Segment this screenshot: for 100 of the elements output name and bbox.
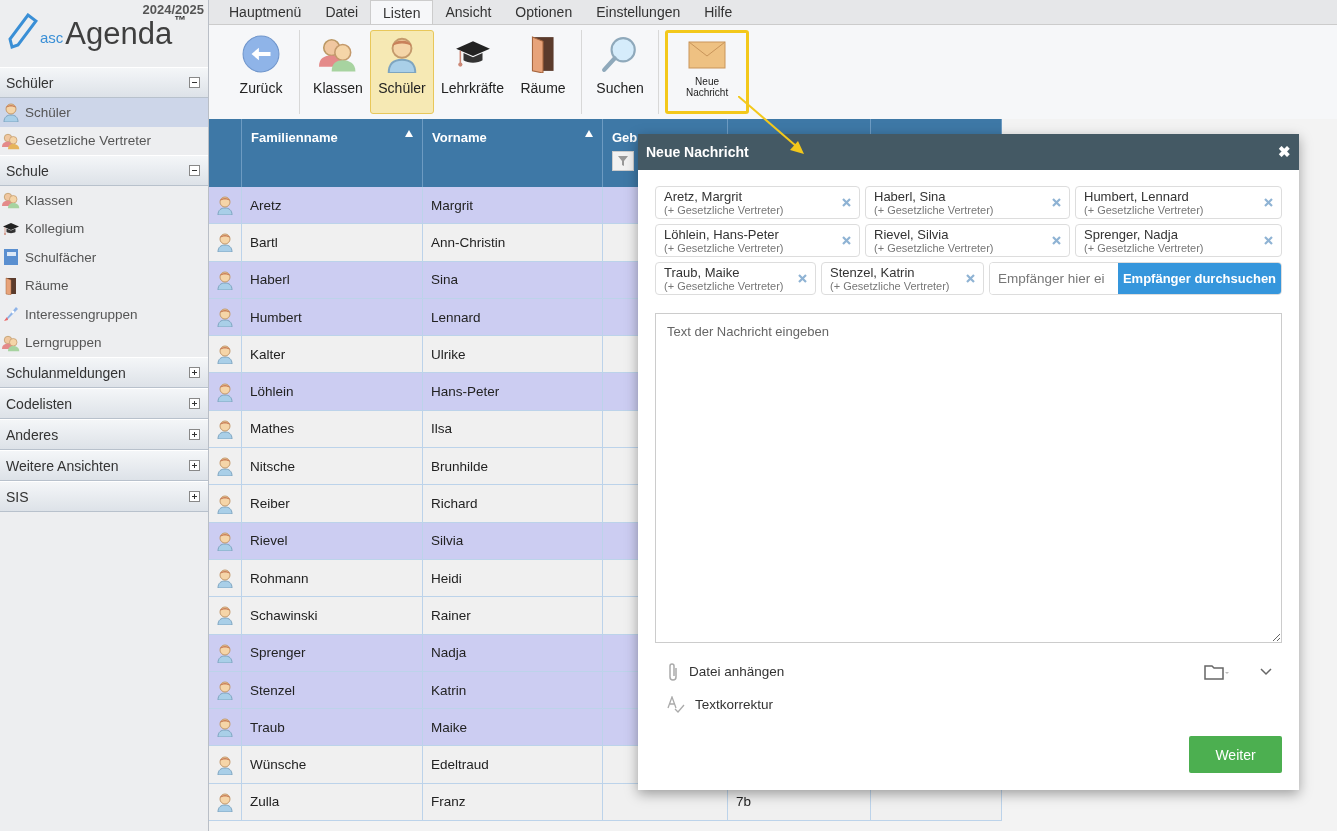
recipient-name: Sprenger, Nadja [1084,226,1179,242]
menu-tab[interactable]: Datei [313,0,371,24]
expand-icon[interactable] [189,460,200,471]
recipient-name: Humbert, Lennard [1084,188,1190,204]
student-icon [216,418,234,439]
close-button[interactable]: ✖ [1278,143,1291,161]
table-cell: Heidi [431,570,462,586]
sidebar-item[interactable]: Schulfächer [0,243,208,272]
envelope-icon [688,41,727,69]
logo-prefix: asc [40,29,64,46]
sidebar-section-header[interactable]: SIS [0,481,208,512]
sidebar-item[interactable]: Räume [0,271,208,300]
filter-button[interactable] [612,151,634,171]
table-cell: Ann-Christin [431,234,506,250]
student-icon [216,381,234,402]
toolbar-button[interactable]: Lehrkräfte [434,30,512,114]
table-cell: Haberl [250,272,290,288]
toolbar-button[interactable]: Klassen [306,30,370,114]
student-icon [216,568,234,589]
table-cell: Hans-Peter [431,384,500,400]
toolbar-button[interactable]: Räume [511,30,576,114]
sidebar-item[interactable]: Lerngruppen [0,328,208,357]
table-cell: Mathes [250,421,295,437]
table-cell: Rainer [431,607,471,623]
column-header[interactable]: Vorname [432,130,487,145]
expand-icon[interactable] [189,367,200,378]
recipient-note: (+ Gesetzliche Vertreter) [664,279,784,293]
recipient-note: (+ Gesetzliche Vertreter) [1084,241,1204,255]
table-cell: Maike [431,719,467,735]
book-icon [2,248,20,267]
student-icon [216,642,234,663]
toolbar-button[interactable]: Suchen [588,30,653,114]
expand-icon[interactable] [189,491,200,502]
toolbar-button[interactable]: Neue Nachricht [665,30,750,114]
menu-tab[interactable]: Optionen [503,0,585,24]
sidebar-section-header[interactable]: Schulanmeldungen [0,357,208,388]
menu-tab[interactable]: Ansicht [433,0,504,24]
sidebar-item[interactable]: Klassen [0,186,208,215]
menu-tab[interactable]: Listen [370,0,434,24]
recipient-name: Stenzel, Katrin [830,264,916,280]
sidebar-section-header[interactable]: Weitere Ansichten [0,450,208,481]
expand-icon[interactable] [189,429,200,440]
chevron-down-icon[interactable] [1260,667,1272,676]
people-icon [2,191,20,210]
sidebar-item[interactable]: Interessengruppen [0,300,208,329]
table-cell: Zulla [250,794,280,810]
table-cell: Franz [431,794,466,810]
expand-icon[interactable] [189,398,200,409]
table-cell: Bartl [250,234,278,250]
table-cell: Richard [431,496,478,511]
sidebar-item[interactable]: Kollegium [0,214,208,243]
table-cell: Edeltraud [431,757,489,773]
student-icon [216,680,234,700]
recipient-note: (+ Gesetzliche Vertreter) [1084,203,1204,217]
toolbar-button[interactable]: Schüler [370,30,434,114]
spellcheck-icon [667,695,685,714]
table-cell: Ilsa [431,421,452,437]
filter-icon [618,156,628,166]
collapse-icon[interactable] [189,77,200,88]
recipient-name: Traub, Maike [664,264,741,280]
sort-arrow-icon[interactable] [585,130,593,137]
sidebar-section-header[interactable]: Schüler [0,67,208,98]
toolbar-button[interactable]: Zurück [229,30,293,114]
recipient-name: Löhlein, Hans-Peter [664,226,780,242]
table-cell: Sprenger [250,645,306,661]
table-cell: Reiber [250,496,290,511]
table-cell: Humbert [250,309,302,325]
table-cell: Brunhilde [431,458,489,474]
sidebar-item[interactable]: Schüler [0,98,208,127]
close-icon [966,274,975,283]
collapse-icon[interactable] [189,165,200,176]
student-icon [216,195,234,216]
menu-tab[interactable]: Hauptmenü [217,0,314,24]
table-cell: Wünsche [250,757,307,773]
student-icon [216,530,234,551]
sidebar-section-header[interactable]: Codelisten [0,388,208,419]
sidebar-section-header[interactable]: Schule [0,155,208,186]
column-header[interactable]: Familienname [251,130,338,145]
student-icon [216,344,234,365]
menu-tab[interactable]: Einstellungen [584,0,693,24]
table-cell: Rohmann [250,570,309,586]
table-cell: Aretz [250,197,282,213]
menu-tab[interactable]: Hilfe [692,0,745,24]
table-cell: Nadja [431,645,467,661]
table-cell: Nitsche [250,458,295,474]
sort-arrow-icon[interactable] [405,130,413,137]
close-icon [842,198,851,207]
folder-icon[interactable] [1204,663,1230,680]
sidebar-item[interactable]: Gesetzliche Vertreter [0,126,208,155]
column-header[interactable]: Geb [612,130,638,145]
logo-name: Agenda [65,18,173,49]
sidebar-section-header[interactable]: Anderes [0,419,208,450]
recipient-note: (+ Gesetzliche Vertreter) [664,203,784,217]
recipient-name: Rievel, Silvia [874,226,950,242]
message-field[interactable]: Text der Nachricht eingeben [655,313,1282,643]
table-cell: Ulrike [431,346,466,362]
student-icon [216,605,234,626]
close-icon [1052,236,1061,245]
close-icon [1052,198,1061,207]
student-icon [216,307,234,328]
